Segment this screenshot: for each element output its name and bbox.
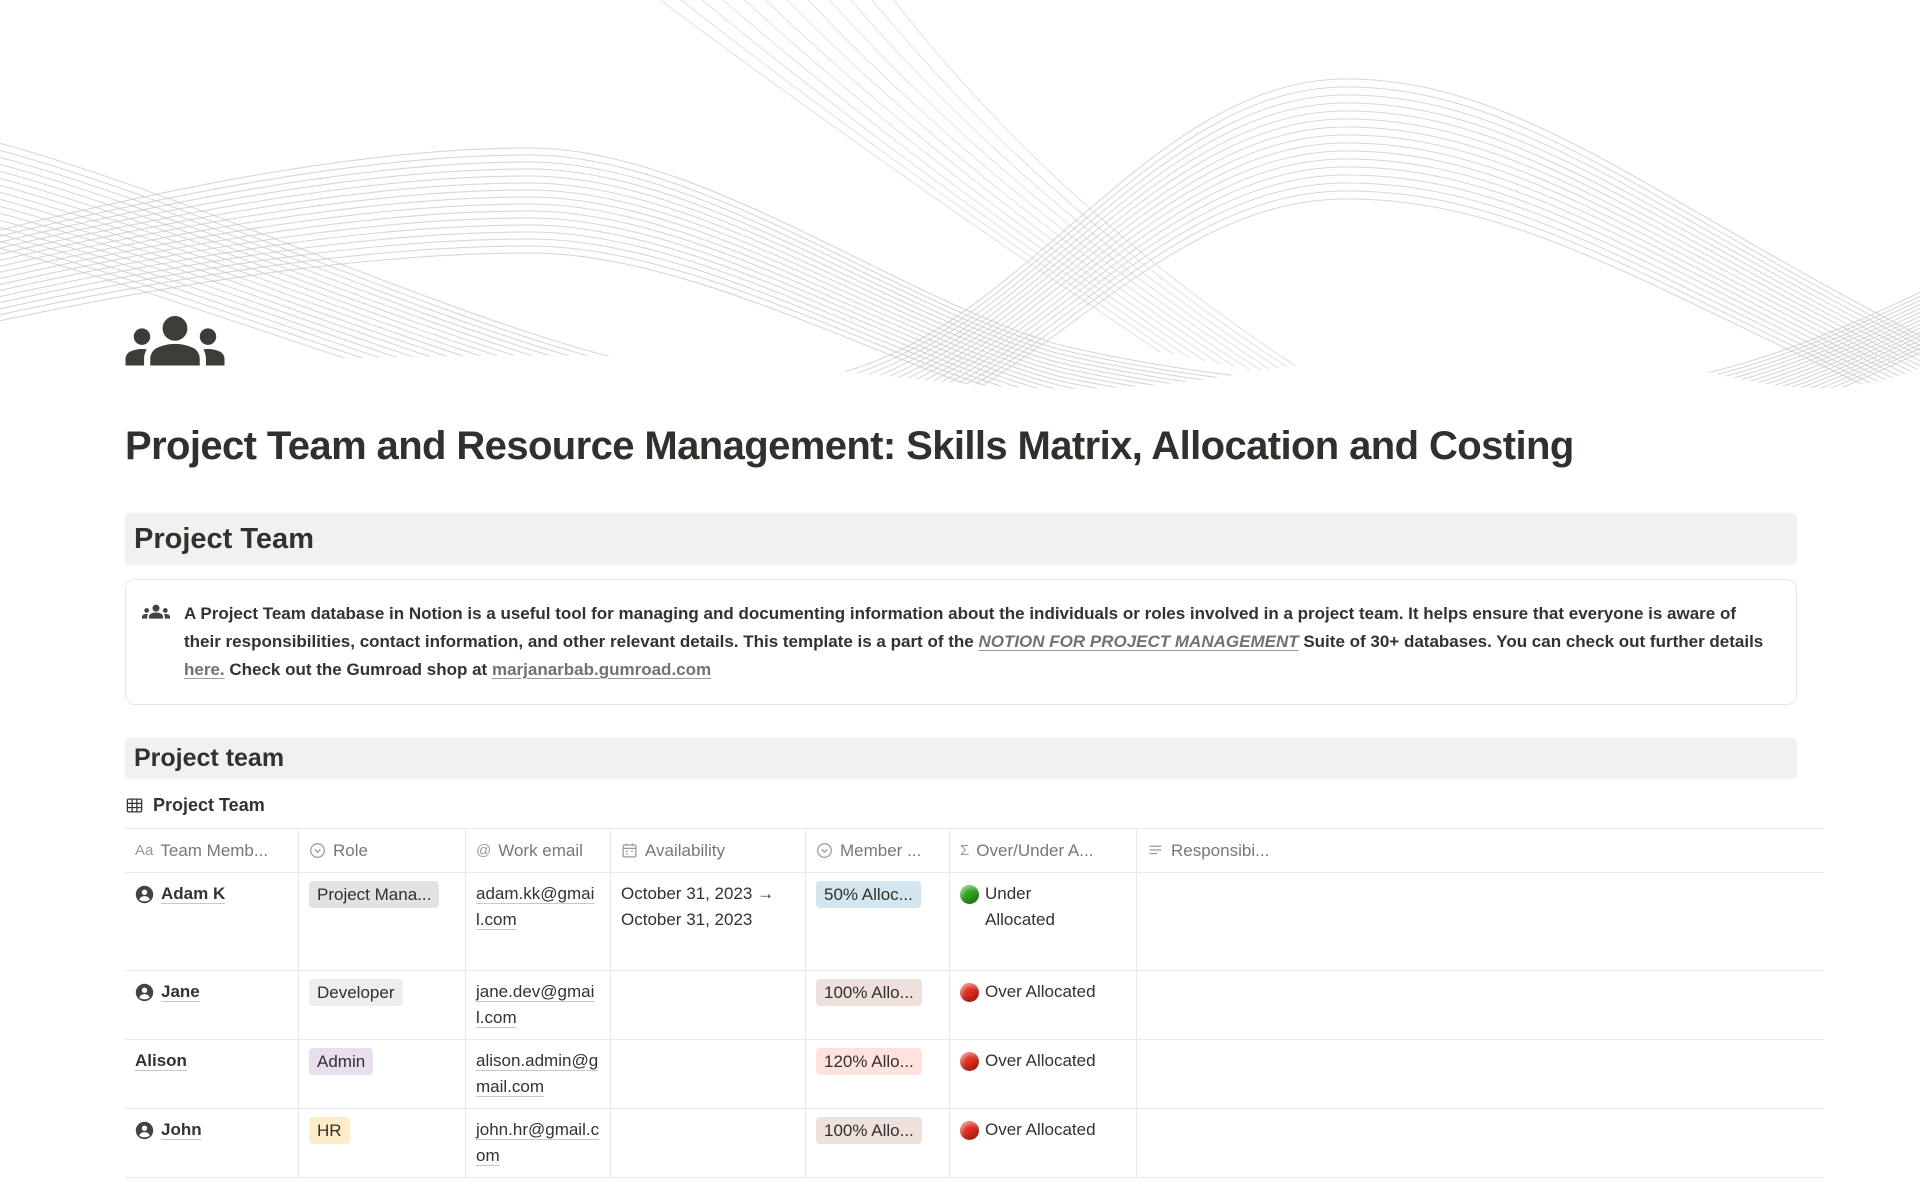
responsibilities-cell[interactable] bbox=[1137, 1109, 1824, 1177]
status-label: Under Allocated bbox=[985, 881, 1077, 933]
team-member-cell[interactable]: John bbox=[125, 1109, 299, 1177]
person-icon bbox=[135, 881, 154, 912]
person-icon bbox=[135, 1117, 154, 1148]
page-icon[interactable] bbox=[123, 316, 227, 382]
page-title: Project Team and Resource Management: Sk… bbox=[125, 424, 1797, 469]
status-dot-red bbox=[960, 1052, 979, 1071]
status-dot-green bbox=[960, 885, 979, 904]
database-title[interactable]: Project Team bbox=[125, 795, 1920, 828]
column-header-team-member[interactable]: Aa Team Memb... bbox=[125, 829, 299, 872]
team-member-name[interactable]: John bbox=[161, 1117, 202, 1143]
responsibilities-cell[interactable] bbox=[1137, 971, 1824, 1039]
status-dot-red bbox=[960, 983, 979, 1002]
work-email-cell[interactable]: alison.admin@gmail.com bbox=[466, 1040, 611, 1108]
column-header-role[interactable]: Role bbox=[299, 829, 466, 872]
role-cell[interactable]: Admin bbox=[299, 1040, 466, 1108]
select-icon bbox=[816, 842, 833, 859]
section-heading-text: Project Team bbox=[134, 523, 314, 556]
member-allocation-cell[interactable]: 50% Alloc... bbox=[806, 873, 950, 970]
role-tag[interactable]: HR bbox=[309, 1117, 350, 1144]
table-header-row: Aa Team Memb... Role @ Work email Availa… bbox=[125, 829, 1824, 873]
over-under-allocation-cell[interactable]: Over Allocated bbox=[950, 1040, 1137, 1108]
section-heading-project-team: Project Team bbox=[125, 513, 1797, 565]
formula-icon: Σ bbox=[960, 838, 969, 864]
team-member-cell[interactable]: Jane bbox=[125, 971, 299, 1039]
status-label: Over Allocated bbox=[985, 1048, 1096, 1074]
section-heading-text: Project team bbox=[134, 744, 284, 773]
date-icon bbox=[621, 842, 638, 859]
role-cell[interactable]: HR bbox=[299, 1109, 466, 1177]
allocation-tag[interactable]: 120% Allo... bbox=[816, 1048, 922, 1075]
column-header-member-allocation[interactable]: Member ... bbox=[806, 829, 950, 872]
select-icon bbox=[309, 842, 326, 859]
callout-text-part2: Suite of 30+ databases. You can check ou… bbox=[1299, 632, 1764, 651]
team-member-name[interactable]: Adam K bbox=[161, 881, 225, 907]
callout: A Project Team database in Notion is a u… bbox=[125, 579, 1797, 705]
table-icon bbox=[125, 796, 144, 815]
team-member-cell[interactable]: Alison bbox=[125, 1040, 299, 1108]
responsibilities-cell[interactable] bbox=[1137, 1040, 1824, 1108]
groups-icon bbox=[142, 600, 170, 684]
responsibilities-cell[interactable] bbox=[1137, 873, 1824, 970]
project-team-table: Aa Team Memb... Role @ Work email Availa… bbox=[125, 828, 1824, 1178]
table-row: Jane Developer jane.dev@gmail.com 100% A… bbox=[125, 971, 1824, 1040]
callout-text-part3: Check out the Gumroad shop at bbox=[225, 660, 492, 679]
work-email-cell[interactable]: adam.kk@gmail.com bbox=[466, 873, 611, 970]
work-email-cell[interactable]: jane.dev@gmail.com bbox=[466, 971, 611, 1039]
role-tag[interactable]: Admin bbox=[309, 1048, 373, 1075]
availability-cell[interactable]: October 31, 2023 → October 31, 2023 bbox=[611, 873, 806, 970]
title-icon: Aa bbox=[135, 838, 153, 864]
column-header-availability[interactable]: Availability bbox=[611, 829, 806, 872]
section-heading-project-team-2: Project team bbox=[125, 738, 1797, 779]
availability-cell[interactable] bbox=[611, 1040, 806, 1108]
member-allocation-cell[interactable]: 100% Allo... bbox=[806, 971, 950, 1039]
gumroad-shop-link[interactable]: marjanarbab.gumroad.com bbox=[492, 660, 711, 679]
status-dot-red bbox=[960, 1121, 979, 1140]
notion-for-project-management-link[interactable]: NOTION FOR PROJECT MANAGEMENT bbox=[978, 632, 1298, 651]
role-cell[interactable]: Project Mana... bbox=[299, 873, 466, 970]
table-row: Alison Admin alison.admin@gmail.com 120%… bbox=[125, 1040, 1824, 1109]
member-allocation-cell[interactable]: 100% Allo... bbox=[806, 1109, 950, 1177]
email-icon: @ bbox=[476, 838, 491, 864]
database-title-text: Project Team bbox=[153, 795, 265, 816]
member-allocation-cell[interactable]: 120% Allo... bbox=[806, 1040, 950, 1108]
role-cell[interactable]: Developer bbox=[299, 971, 466, 1039]
team-member-name[interactable]: Alison bbox=[135, 1048, 187, 1074]
column-header-work-email[interactable]: @ Work email bbox=[466, 829, 611, 872]
allocation-tag[interactable]: 100% Allo... bbox=[816, 1117, 922, 1144]
over-under-allocation-cell[interactable]: Under Allocated bbox=[950, 873, 1137, 970]
over-under-allocation-cell[interactable]: Over Allocated bbox=[950, 971, 1137, 1039]
role-tag[interactable]: Developer bbox=[309, 979, 403, 1006]
status-label: Over Allocated bbox=[985, 979, 1096, 1005]
team-member-cell[interactable]: Adam K bbox=[125, 873, 299, 970]
callout-text: A Project Team database in Notion is a u… bbox=[184, 600, 1770, 684]
text-icon bbox=[1147, 842, 1164, 859]
availability-cell[interactable] bbox=[611, 971, 806, 1039]
allocation-tag[interactable]: 100% Allo... bbox=[816, 979, 922, 1006]
over-under-allocation-cell[interactable]: Over Allocated bbox=[950, 1109, 1137, 1177]
work-email-cell[interactable]: john.hr@gmail.com bbox=[466, 1109, 611, 1177]
groups-icon bbox=[123, 316, 227, 382]
person-icon bbox=[135, 979, 154, 1010]
allocation-tag[interactable]: 50% Alloc... bbox=[816, 881, 921, 908]
status-label: Over Allocated bbox=[985, 1117, 1096, 1143]
availability-cell[interactable] bbox=[611, 1109, 806, 1177]
role-tag[interactable]: Project Mana... bbox=[309, 881, 439, 908]
column-header-responsibilities[interactable]: Responsibi... bbox=[1137, 829, 1824, 872]
team-member-name[interactable]: Jane bbox=[161, 979, 200, 1005]
column-header-over-under-allocation[interactable]: Σ Over/Under A... bbox=[950, 829, 1137, 872]
here-link[interactable]: here. bbox=[184, 660, 225, 679]
table-row: John HR john.hr@gmail.com 100% Allo... O… bbox=[125, 1109, 1824, 1178]
table-row: Adam K Project Mana... adam.kk@gmail.com… bbox=[125, 873, 1824, 971]
